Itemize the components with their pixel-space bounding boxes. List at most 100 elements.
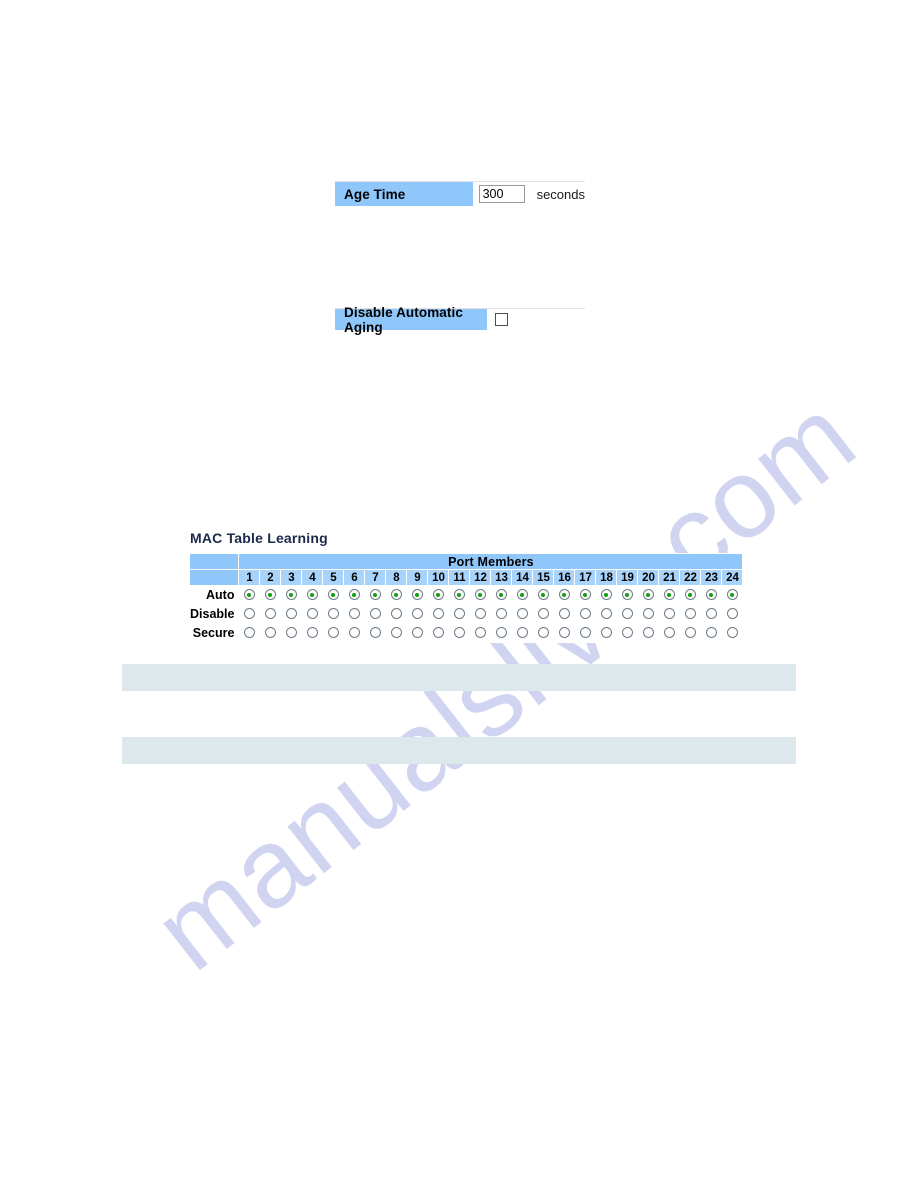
learning-radio-cell[interactable] — [301, 623, 324, 643]
learning-mode-radio[interactable] — [663, 627, 675, 639]
learning-radio-cell[interactable] — [322, 623, 345, 643]
learning-radio-cell[interactable] — [322, 585, 345, 605]
learning-radio-cell[interactable] — [406, 585, 429, 605]
learning-mode-radio[interactable] — [663, 589, 675, 601]
learning-radio-cell[interactable] — [280, 623, 303, 643]
learning-mode-radio[interactable] — [600, 589, 612, 601]
learning-radio-cell[interactable] — [574, 623, 597, 643]
learning-mode-radio[interactable] — [537, 589, 549, 601]
learning-mode-radio[interactable] — [264, 627, 276, 639]
learning-mode-radio[interactable] — [642, 589, 654, 601]
learning-radio-cell[interactable] — [280, 585, 303, 605]
learning-radio-cell[interactable] — [301, 604, 324, 624]
learning-radio-cell[interactable] — [490, 585, 513, 605]
learning-radio-cell[interactable] — [511, 604, 534, 624]
learning-radio-cell[interactable] — [679, 585, 702, 605]
learning-mode-radio[interactable] — [516, 608, 528, 620]
learning-mode-radio[interactable] — [726, 608, 738, 620]
learning-mode-radio[interactable] — [579, 627, 591, 639]
learning-mode-radio[interactable] — [453, 589, 465, 601]
learning-mode-radio[interactable] — [411, 608, 423, 620]
learning-mode-radio[interactable] — [243, 589, 255, 601]
learning-radio-cell[interactable] — [700, 623, 723, 643]
learning-radio-cell[interactable] — [343, 604, 366, 624]
learning-radio-cell[interactable] — [658, 585, 681, 605]
learning-radio-cell[interactable] — [343, 585, 366, 605]
learning-radio-cell[interactable] — [574, 604, 597, 624]
learning-mode-radio[interactable] — [726, 589, 738, 601]
learning-mode-radio[interactable] — [453, 608, 465, 620]
learning-radio-cell[interactable] — [406, 604, 429, 624]
learning-mode-radio[interactable] — [306, 627, 318, 639]
learning-mode-radio[interactable] — [390, 589, 402, 601]
learning-radio-cell[interactable] — [364, 623, 387, 643]
learning-radio-cell[interactable] — [574, 585, 597, 605]
learning-radio-cell[interactable] — [700, 604, 723, 624]
learning-radio-cell[interactable] — [658, 604, 681, 624]
learning-mode-radio[interactable] — [432, 608, 444, 620]
learning-radio-cell[interactable] — [385, 623, 408, 643]
learning-radio-cell[interactable] — [301, 585, 324, 605]
learning-mode-radio[interactable] — [474, 589, 486, 601]
learning-radio-cell[interactable] — [448, 585, 471, 605]
learning-radio-cell[interactable] — [637, 585, 660, 605]
learning-mode-radio[interactable] — [285, 627, 297, 639]
learning-mode-radio[interactable] — [390, 608, 402, 620]
learning-radio-cell[interactable] — [259, 623, 282, 643]
learning-mode-radio[interactable] — [537, 608, 549, 620]
learning-radio-cell[interactable] — [322, 604, 345, 624]
learning-radio-cell[interactable] — [595, 623, 618, 643]
learning-mode-radio[interactable] — [684, 608, 696, 620]
learning-mode-radio[interactable] — [348, 608, 360, 620]
learning-radio-cell[interactable] — [553, 604, 576, 624]
learning-radio-cell[interactable] — [238, 604, 261, 624]
learning-mode-radio[interactable] — [579, 608, 591, 620]
learning-radio-cell[interactable] — [700, 585, 723, 605]
learning-radio-cell[interactable] — [553, 623, 576, 643]
learning-radio-cell[interactable] — [343, 623, 366, 643]
learning-radio-cell[interactable] — [637, 623, 660, 643]
learning-mode-radio[interactable] — [558, 589, 570, 601]
learning-mode-radio[interactable] — [327, 608, 339, 620]
learning-radio-cell[interactable] — [616, 585, 639, 605]
learning-mode-radio[interactable] — [348, 589, 360, 601]
learning-mode-radio[interactable] — [495, 608, 507, 620]
learning-radio-cell[interactable] — [448, 604, 471, 624]
learning-radio-cell[interactable] — [364, 604, 387, 624]
learning-radio-cell[interactable] — [721, 585, 744, 605]
learning-mode-radio[interactable] — [495, 627, 507, 639]
disable-automatic-aging-checkbox[interactable] — [495, 313, 508, 326]
learning-mode-radio[interactable] — [369, 589, 381, 601]
learning-radio-cell[interactable] — [532, 623, 555, 643]
learning-mode-radio[interactable] — [369, 627, 381, 639]
learning-mode-radio[interactable] — [327, 627, 339, 639]
learning-radio-cell[interactable] — [259, 604, 282, 624]
learning-radio-cell[interactable] — [511, 585, 534, 605]
learning-radio-cell[interactable] — [595, 585, 618, 605]
learning-radio-cell[interactable] — [469, 623, 492, 643]
learning-radio-cell[interactable] — [448, 623, 471, 643]
learning-radio-cell[interactable] — [616, 604, 639, 624]
learning-radio-cell[interactable] — [469, 604, 492, 624]
learning-radio-cell[interactable] — [238, 623, 261, 643]
learning-mode-radio[interactable] — [390, 627, 402, 639]
learning-mode-radio[interactable] — [642, 608, 654, 620]
learning-radio-cell[interactable] — [532, 604, 555, 624]
learning-mode-radio[interactable] — [600, 627, 612, 639]
learning-mode-radio[interactable] — [684, 589, 696, 601]
learning-mode-radio[interactable] — [264, 589, 276, 601]
learning-radio-cell[interactable] — [616, 623, 639, 643]
learning-mode-radio[interactable] — [243, 608, 255, 620]
learning-radio-cell[interactable] — [679, 604, 702, 624]
learning-radio-cell[interactable] — [511, 623, 534, 643]
learning-radio-cell[interactable] — [532, 585, 555, 605]
learning-radio-cell[interactable] — [406, 623, 429, 643]
learning-radio-cell[interactable] — [469, 585, 492, 605]
learning-mode-radio[interactable] — [642, 627, 654, 639]
learning-mode-radio[interactable] — [306, 608, 318, 620]
learning-mode-radio[interactable] — [411, 627, 423, 639]
learning-mode-radio[interactable] — [411, 589, 423, 601]
learning-radio-cell[interactable] — [721, 623, 744, 643]
learning-mode-radio[interactable] — [495, 589, 507, 601]
learning-mode-radio[interactable] — [516, 627, 528, 639]
